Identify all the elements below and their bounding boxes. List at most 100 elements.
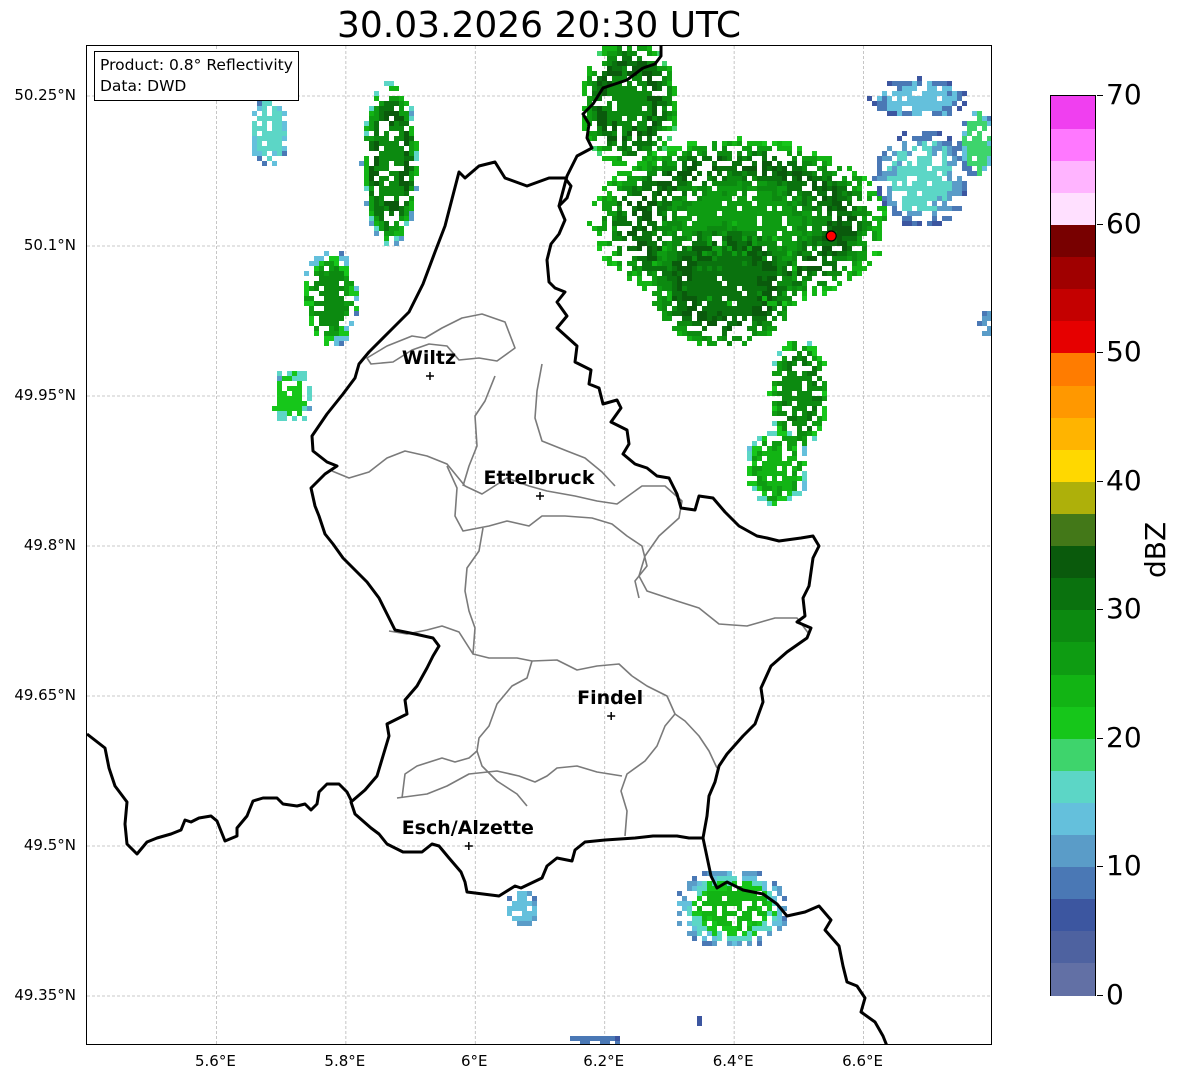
echo-pixel	[667, 126, 672, 131]
echo-pixel	[657, 251, 662, 256]
echo-pixel	[742, 171, 747, 176]
echo-pixel	[777, 246, 782, 251]
echo-pixel	[389, 126, 394, 131]
echo-pixel	[379, 206, 384, 211]
colorbar-segment	[1051, 513, 1095, 547]
echo-pixel	[292, 386, 297, 391]
echo-pixel	[702, 336, 707, 341]
echo-pixel	[334, 331, 339, 336]
echo-pixel	[792, 486, 797, 491]
echo-pixel	[384, 236, 389, 241]
echo-pixel	[837, 226, 842, 231]
echo-pixel	[742, 231, 747, 236]
echo-pixel	[767, 931, 772, 936]
echo-pixel	[807, 216, 812, 221]
echo-pixel	[762, 496, 767, 501]
echo-pixel	[707, 241, 712, 246]
echo-pixel	[682, 281, 687, 286]
echo-pixel	[522, 921, 527, 926]
echo-pixel	[707, 256, 712, 261]
echo-pixel	[767, 221, 772, 226]
echo-pixel	[747, 326, 752, 331]
echo-pixel	[807, 176, 812, 181]
echo-pixel	[532, 906, 537, 911]
echo-pixel	[622, 221, 627, 226]
echo-pixel	[414, 151, 419, 156]
echo-pixel	[379, 211, 384, 216]
echo-pixel	[732, 251, 737, 256]
echo-pixel	[977, 161, 982, 166]
echo-pixel	[657, 101, 662, 106]
echo-pixel	[612, 261, 617, 266]
echo-pixel	[277, 391, 282, 396]
echo-pixel	[877, 221, 882, 226]
echo-pixel	[677, 266, 682, 271]
echo-pixel	[687, 251, 692, 256]
echo-pixel	[399, 176, 404, 181]
echo-pixel	[722, 876, 727, 881]
echo-pixel	[832, 251, 837, 256]
echo-pixel	[262, 151, 267, 156]
echo-pixel	[597, 196, 602, 201]
echo-pixel	[717, 166, 722, 171]
echo-pixel	[942, 166, 947, 171]
echo-pixel	[632, 116, 637, 121]
echo-pixel	[717, 296, 722, 301]
echo-pixel	[782, 206, 787, 211]
echo-pixel	[777, 481, 782, 486]
echo-pixel	[404, 151, 409, 156]
echo-pixel	[334, 336, 339, 341]
echo-pixel	[817, 281, 822, 286]
echo-pixel	[727, 246, 732, 251]
echo-pixel	[702, 276, 707, 281]
echo-pixel	[597, 151, 602, 156]
echo-pixel	[717, 201, 722, 206]
echo-pixel	[822, 391, 827, 396]
echo-pixel	[612, 131, 617, 136]
echo-pixel	[687, 201, 692, 206]
echo-pixel	[782, 476, 787, 481]
echo-pixel	[369, 166, 374, 171]
echo-pixel	[354, 306, 359, 311]
echo-pixel	[742, 176, 747, 181]
echo-pixel	[812, 206, 817, 211]
echo-pixel	[677, 221, 682, 226]
echo-pixel	[787, 236, 792, 241]
echo-pixel	[692, 261, 697, 266]
echo-pixel	[797, 186, 802, 191]
echo-pixel	[787, 251, 792, 256]
echo-pixel	[727, 286, 732, 291]
radar-map[interactable]	[86, 45, 992, 1045]
lon-tick-label: 5.6°E	[195, 1052, 236, 1070]
echo-pixel	[314, 261, 319, 266]
echo-pixel	[952, 101, 957, 106]
echo-pixel	[977, 156, 982, 161]
echo-pixel	[582, 81, 587, 86]
echo-pixel	[727, 151, 732, 156]
echo-pixel	[672, 306, 677, 311]
echo-pixel	[272, 161, 277, 166]
echo-pixel	[522, 901, 527, 906]
echo-pixel	[852, 191, 857, 196]
echo-pixel	[707, 321, 712, 326]
echo-pixel	[787, 376, 792, 381]
echo-pixel	[712, 251, 717, 256]
echo-pixel	[737, 196, 742, 201]
echo-pixel	[857, 261, 862, 266]
echo-pixel	[662, 126, 667, 131]
echo-pixel	[817, 416, 822, 421]
radar-site-marker[interactable]	[825, 230, 837, 242]
echo-pixel	[339, 286, 344, 291]
echo-pixel	[947, 106, 952, 111]
echo-pixel	[319, 311, 324, 316]
echo-pixel	[707, 901, 712, 906]
echo-pixel	[697, 886, 702, 891]
echo-pixel	[812, 386, 817, 391]
echo-pixel	[647, 111, 652, 116]
echo-pixel	[662, 201, 667, 206]
colorbar-segment	[1051, 609, 1095, 643]
echo-pixel	[777, 451, 782, 456]
echo-pixel	[772, 296, 777, 301]
echo-pixel	[792, 271, 797, 276]
echo-pixel	[717, 246, 722, 251]
